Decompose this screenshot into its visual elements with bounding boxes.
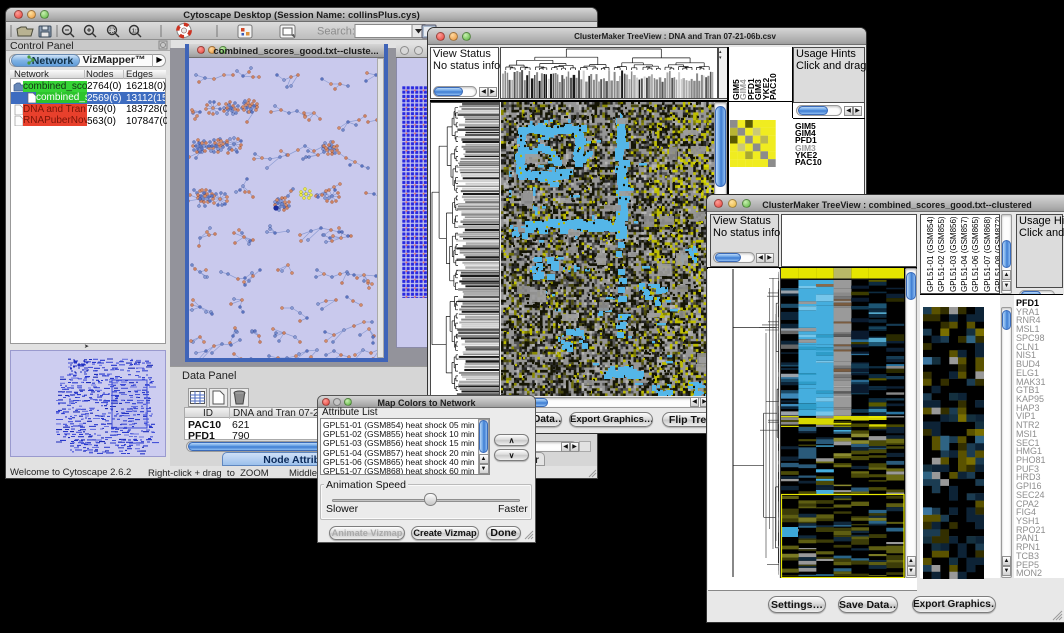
svg-text:1:1: 1:1 [132,29,139,35]
svg-text:Search:: Search: [317,26,355,38]
